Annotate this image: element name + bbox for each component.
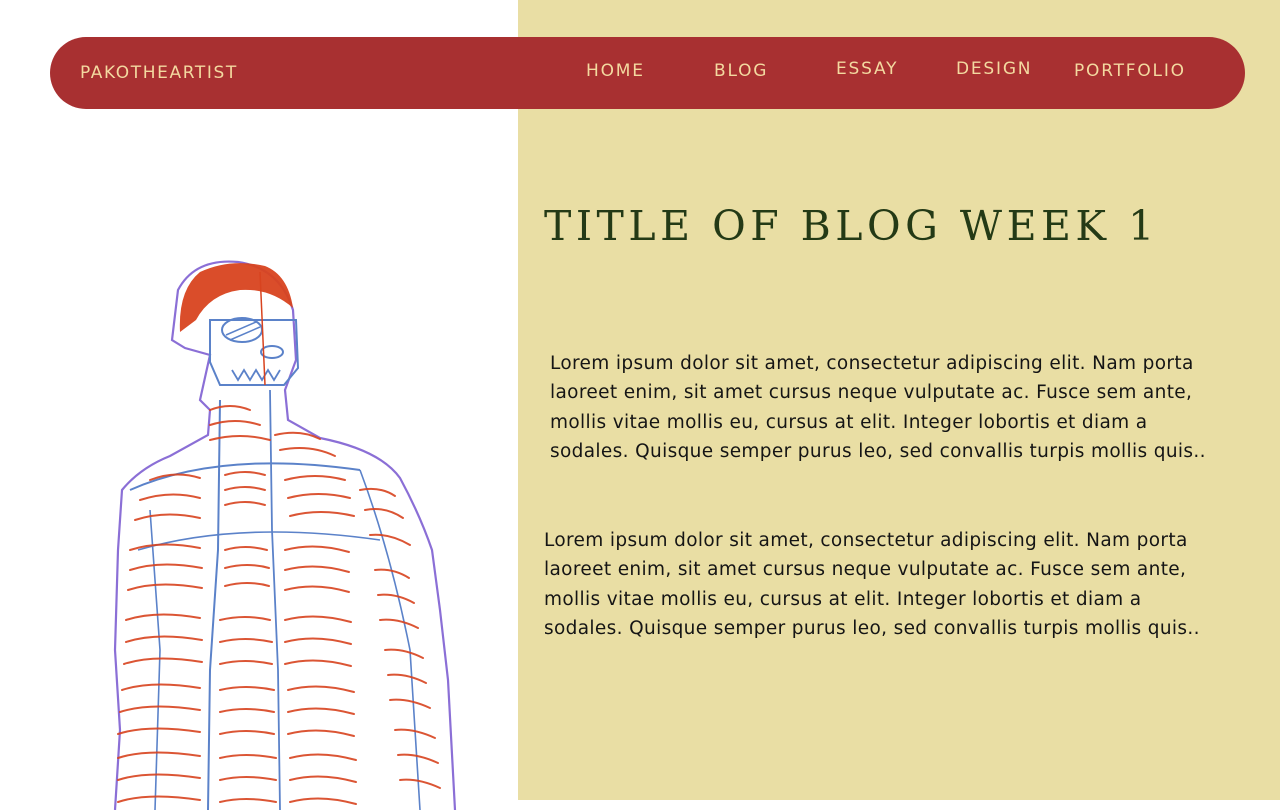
nav-essay-link[interactable]: ESSAY — [836, 37, 898, 101]
blog-paragraph: Lorem ipsum dolor sit amet, consectetur … — [544, 530, 1200, 639]
top-navbar: PAKOTHEARTIST HOME BLOG ESSAY DESIGN POR… — [50, 37, 1245, 109]
nav-design-link[interactable]: DESIGN — [956, 37, 1032, 101]
nav-blog-link[interactable]: BLOG — [714, 37, 768, 105]
nav-portfolio-link[interactable]: PORTFOLIO — [1074, 37, 1186, 105]
blog-title: TITLE OF BLOG WEEK 1 — [544, 202, 1159, 250]
nav-home-link[interactable]: HOME — [586, 37, 645, 105]
anatomy-sketch-illustration — [113, 260, 457, 810]
blog-paragraph: Lorem ipsum dolor sit amet, consectetur … — [550, 353, 1206, 462]
brand-link[interactable]: PAKOTHEARTIST — [80, 37, 238, 109]
